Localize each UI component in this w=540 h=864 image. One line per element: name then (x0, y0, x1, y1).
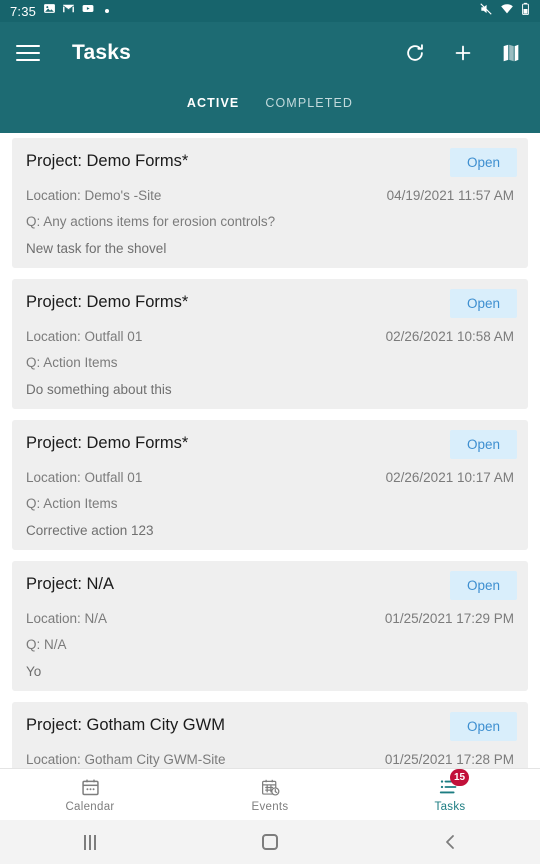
tasks-badge: 15 (450, 769, 470, 786)
map-icon[interactable] (498, 40, 524, 66)
bottom-navigation: Calendar Events 15 Tasks (0, 768, 540, 820)
events-calendar-clock-icon (259, 776, 281, 798)
app-bar: Tasks ACTIVE COMPLETED (0, 22, 540, 133)
back-chevron-icon (446, 835, 454, 849)
task-project-title: Project: Demo Forms* (26, 293, 189, 311)
app-bar-top-row: Tasks (0, 22, 540, 84)
task-note: New task for the shovel (26, 241, 167, 256)
status-bar-notification-icons (43, 2, 110, 20)
app-bar-actions (402, 40, 524, 66)
recents-icon (84, 834, 96, 850)
task-meta-row: Location: Gotham City GWM-Site 01/25/202… (26, 752, 514, 767)
wifi-icon (500, 2, 514, 21)
task-meta-row: Location: Outfall 01 02/26/2021 10:58 AM (26, 329, 514, 344)
recents-button[interactable] (0, 834, 180, 850)
nav-item-events[interactable]: Events (180, 776, 360, 813)
task-meta-row: Location: Demo's -Site 04/19/2021 11:57 … (26, 188, 514, 203)
task-question: Q: Action Items (26, 496, 118, 511)
calendar-icon (79, 776, 101, 798)
task-date: 01/25/2021 17:28 PM (384, 752, 514, 767)
task-question: Q: N/A (26, 637, 67, 652)
youtube-icon (81, 2, 95, 20)
add-icon[interactable] (450, 40, 476, 66)
open-button[interactable]: Open (449, 571, 517, 600)
task-note: Do something about this (26, 382, 172, 397)
hamburger-menu-icon[interactable] (16, 40, 42, 66)
back-button[interactable] (360, 833, 540, 851)
task-location: Location: N/A (26, 611, 108, 626)
task-note: Corrective action 123 (26, 523, 154, 538)
task-card-header: Project: Demo Forms* Open (26, 289, 517, 318)
open-button[interactable]: Open (449, 289, 517, 318)
home-button[interactable] (180, 834, 360, 850)
task-card-header: Project: Demo Forms* Open (26, 430, 517, 459)
task-question: Q: Action Items (26, 355, 118, 370)
tasks-list-icon: 15 (439, 769, 470, 798)
task-date: 04/19/2021 11:57 AM (386, 188, 514, 203)
task-card-header: Project: Gotham City GWM Open (26, 712, 517, 741)
dot-icon (105, 9, 110, 13)
task-project-title: Project: N/A (26, 575, 115, 593)
gmail-icon (62, 2, 75, 20)
android-system-nav (0, 820, 540, 864)
task-project-title: Project: Gotham City GWM (26, 716, 225, 734)
task-card[interactable]: Project: Gotham City GWM Open Location: … (12, 702, 528, 768)
mute-icon (479, 2, 493, 21)
task-card[interactable]: Project: Demo Forms* Open Location: Outf… (12, 420, 528, 550)
nav-label-events: Events (251, 801, 289, 813)
tab-completed[interactable]: COMPLETED (265, 96, 353, 110)
tab-active[interactable]: ACTIVE (187, 96, 239, 110)
task-location: Location: Demo's -Site (26, 188, 162, 203)
task-meta-row: Location: Outfall 01 02/26/2021 10:17 AM (26, 470, 514, 485)
task-note: Yo (26, 664, 42, 679)
open-button[interactable]: Open (449, 148, 517, 177)
task-location: Location: Outfall 01 (26, 470, 143, 485)
task-meta-row: Location: N/A 01/25/2021 17:29 PM (26, 611, 514, 626)
tab-bar: ACTIVE COMPLETED (0, 84, 540, 133)
task-date: 01/25/2021 17:29 PM (384, 611, 514, 626)
task-card-header: Project: Demo Forms* Open (26, 148, 517, 177)
task-question: Q: Any actions items for erosion control… (26, 214, 276, 229)
page-title: Tasks (72, 41, 131, 64)
task-card[interactable]: Project: N/A Open Location: N/A 01/25/20… (12, 561, 528, 691)
task-project-title: Project: Demo Forms* (26, 434, 189, 452)
task-location: Location: Gotham City GWM-Site (26, 752, 226, 767)
task-card-header: Project: N/A Open (26, 571, 517, 600)
image-icon (43, 2, 56, 20)
task-date: 02/26/2021 10:17 AM (385, 470, 514, 485)
battery-icon (521, 2, 530, 21)
task-date: 02/26/2021 10:58 AM (385, 329, 514, 344)
status-bar-system-icons (479, 2, 530, 21)
status-bar: 7:35 (0, 0, 540, 22)
status-bar-clock: 7:35 (10, 3, 37, 19)
home-icon (262, 834, 278, 850)
task-project-title: Project: Demo Forms* (26, 152, 189, 170)
phone-screen: 7:35 Tasks ACTIVE COMPLETED Project: Dem… (0, 0, 540, 864)
open-button[interactable]: Open (449, 430, 517, 459)
nav-label-tasks: Tasks (434, 801, 466, 813)
task-list[interactable]: Project: Demo Forms* Open Location: Demo… (0, 133, 540, 768)
refresh-icon[interactable] (402, 40, 428, 66)
task-card[interactable]: Project: Demo Forms* Open Location: Outf… (12, 279, 528, 409)
nav-item-calendar[interactable]: Calendar (0, 776, 180, 813)
nav-label-calendar: Calendar (65, 801, 115, 813)
task-card[interactable]: Project: Demo Forms* Open Location: Demo… (12, 138, 528, 268)
task-location: Location: Outfall 01 (26, 329, 143, 344)
nav-item-tasks[interactable]: 15 Tasks (360, 769, 540, 813)
open-button[interactable]: Open (449, 712, 517, 741)
